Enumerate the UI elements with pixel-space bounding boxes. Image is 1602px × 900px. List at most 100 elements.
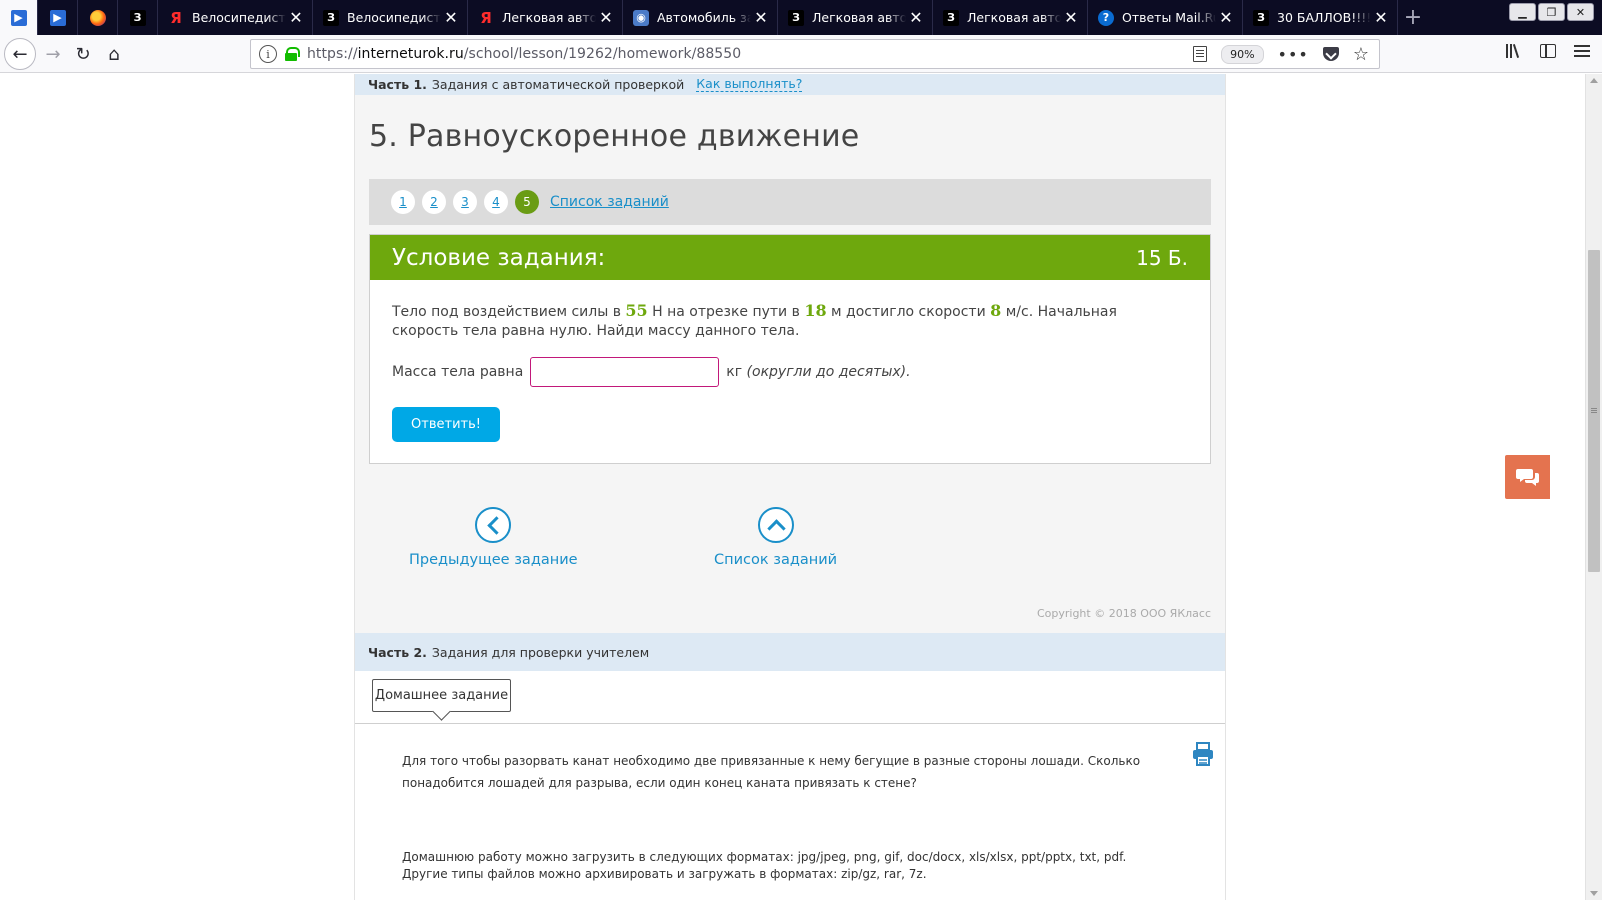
pocket-icon[interactable] [1322,47,1339,61]
close-window-icon[interactable]: ✕ [1567,3,1594,21]
close-tab-icon[interactable]: ✕ [596,8,616,27]
yandex-icon: Я [480,8,492,27]
task-list-link[interactable]: Список заданий [550,194,669,210]
page-scrollbar[interactable] [1585,74,1602,900]
close-tab-icon[interactable]: ✕ [441,8,461,27]
tab-title: Велосипедист на [192,10,286,25]
part1-text: Задания с автоматической проверкой [431,77,685,92]
minimize-icon[interactable]: ▁ [1509,3,1536,21]
z-site-icon: З [788,9,804,26]
condition-text-part: м достигло скорости [826,304,991,320]
z-site-icon: З [323,9,339,26]
lock-icon[interactable] [285,47,300,61]
url-path: /school/lesson/19262/homework/88550 [463,46,742,62]
tab-item[interactable]: ? Ответы Mail.Ru: К ✕ [1088,0,1243,35]
back-button[interactable]: ← [4,38,36,70]
page-actions-icon[interactable]: ••• [1278,45,1309,64]
task-number-1[interactable]: 1 [391,190,415,214]
condition-text: Тело под воздействием силы в 55 Н на отр… [392,301,1182,341]
url-text[interactable]: https://interneturok.ru/school/lesson/19… [307,46,741,62]
close-tab-icon[interactable]: ✕ [1216,8,1236,27]
copyright-text: Copyright © 2018 ООО ЯКласс [1036,607,1211,620]
close-tab-icon[interactable]: ✕ [751,8,771,27]
toolbar-right [1506,43,1590,59]
scroll-up-icon[interactable] [1590,78,1598,83]
rounding-hint: (округли до десятых). [746,364,911,380]
task-list-label: Список заданий [714,552,838,568]
chevron-up-icon [757,507,794,543]
info-icon[interactable]: i [259,45,277,63]
zoom-level-badge[interactable]: 90% [1221,44,1264,64]
tab-pinned-3[interactable] [78,0,118,35]
tab-item[interactable]: Я Велосипедист на ✕ [158,0,313,35]
task-number-5[interactable]: 5 [515,190,539,214]
window-controls: ▁ ❐ ✕ [1509,3,1594,21]
part2-text: Задания для проверки учителем [431,644,650,660]
how-to-link[interactable]: Как выполнять? [696,76,803,92]
page-title: 5. Равноускоренное движение [369,119,860,154]
z-site-icon: З [943,9,959,26]
homework-tab-bar: Домашнее задание [355,671,1225,724]
scroll-down-icon[interactable] [1590,891,1598,896]
play-icon: ▶ [49,9,66,26]
arrow-left-icon: ← [12,43,28,65]
homework-question: Для того чтобы разорвать канат необходим… [402,754,1141,790]
force-value: 55 [625,301,648,320]
tab-item[interactable]: З Легковая автомаш ✕ [933,0,1088,35]
task-number-2[interactable]: 2 [422,190,446,214]
condition-header: Условие задания: 15 Б. [370,235,1210,280]
lesson-content: Часть 1. Задания с автоматической провер… [354,74,1226,900]
library-icon[interactable] [1506,43,1522,59]
reload-button[interactable]: ↻ [68,39,98,69]
previous-task-link[interactable]: Предыдущее задание [409,507,578,568]
z-site-icon: З [129,9,146,26]
bookmark-star-icon[interactable]: ☆ [1353,44,1369,65]
new-tab-button[interactable]: + [1400,0,1426,35]
tab-item[interactable]: З 30 БАЛЛОВ!!!!!! ХЕ ✕ [1243,0,1398,35]
home-icon: ⌂ [108,43,120,65]
url-bar-actions: 90% ••• ☆ [1193,44,1369,65]
navigation-bar: ← → ↻ ⌂ i https://interneturok.ru/school… [0,35,1602,73]
restore-icon[interactable]: ❐ [1538,3,1565,21]
sidebar-icon[interactable] [1540,44,1556,58]
url-bar[interactable]: i https://interneturok.ru/school/lesson/… [250,39,1380,69]
part1-label: Часть 1. [368,77,427,92]
tab-title: Велосипедист на [347,10,441,25]
task-number-4[interactable]: 4 [484,190,508,214]
part1-header: Часть 1. Задания с автоматической провер… [355,74,1225,95]
mail-ru-icon: ? [1098,9,1114,26]
close-tab-icon[interactable]: ✕ [286,8,306,27]
tab-pinned-2[interactable]: ▶ [38,0,78,35]
task-list-bottom-link[interactable]: Список заданий [714,507,837,568]
url-domain: interneturok.ru [357,46,464,62]
answer-input[interactable] [530,357,720,387]
print-icon[interactable] [1192,742,1214,766]
tab-title: Ответы Mail.Ru: К [1122,10,1216,25]
chat-icon [1515,469,1539,486]
tab-pinned-1[interactable]: ▶ [0,0,38,35]
tab-title: Легковая автомаш [502,10,596,25]
tab-item[interactable]: З Легковая автомаш ✕ [778,0,933,35]
distance-value: 18 [804,301,827,320]
yandex-icon: Я [170,8,182,27]
speed-value: 8 [990,301,1002,320]
tab-pinned-4[interactable]: З [118,0,158,35]
close-tab-icon[interactable]: ✕ [1061,8,1081,27]
reader-view-icon[interactable] [1193,46,1208,62]
homework-tab[interactable]: Домашнее задание [372,679,511,712]
scrollbar-thumb[interactable] [1588,250,1600,572]
tab-item[interactable]: ◉ Автомобиль за 10 ✕ [623,0,778,35]
home-button[interactable]: ⌂ [99,39,129,69]
menu-icon[interactable] [1574,45,1590,57]
task-area: 5. Равноускоренное движение 1 2 3 4 5 Сп… [355,95,1225,633]
task-number-3[interactable]: 3 [453,190,477,214]
close-tab-icon[interactable]: ✕ [1371,8,1391,27]
close-tab-icon[interactable]: ✕ [906,8,926,27]
answer-label: Масса тела равна [392,364,524,380]
submit-answer-button[interactable]: Ответить! [392,407,500,442]
chat-button[interactable] [1505,455,1550,499]
tab-item[interactable]: Я Легковая автомаш ✕ [468,0,623,35]
forward-button[interactable]: → [38,39,68,69]
condition-text-part: Н на отрезке пути в [647,304,805,320]
tab-item[interactable]: З Велосипедист на ✕ [313,0,468,35]
